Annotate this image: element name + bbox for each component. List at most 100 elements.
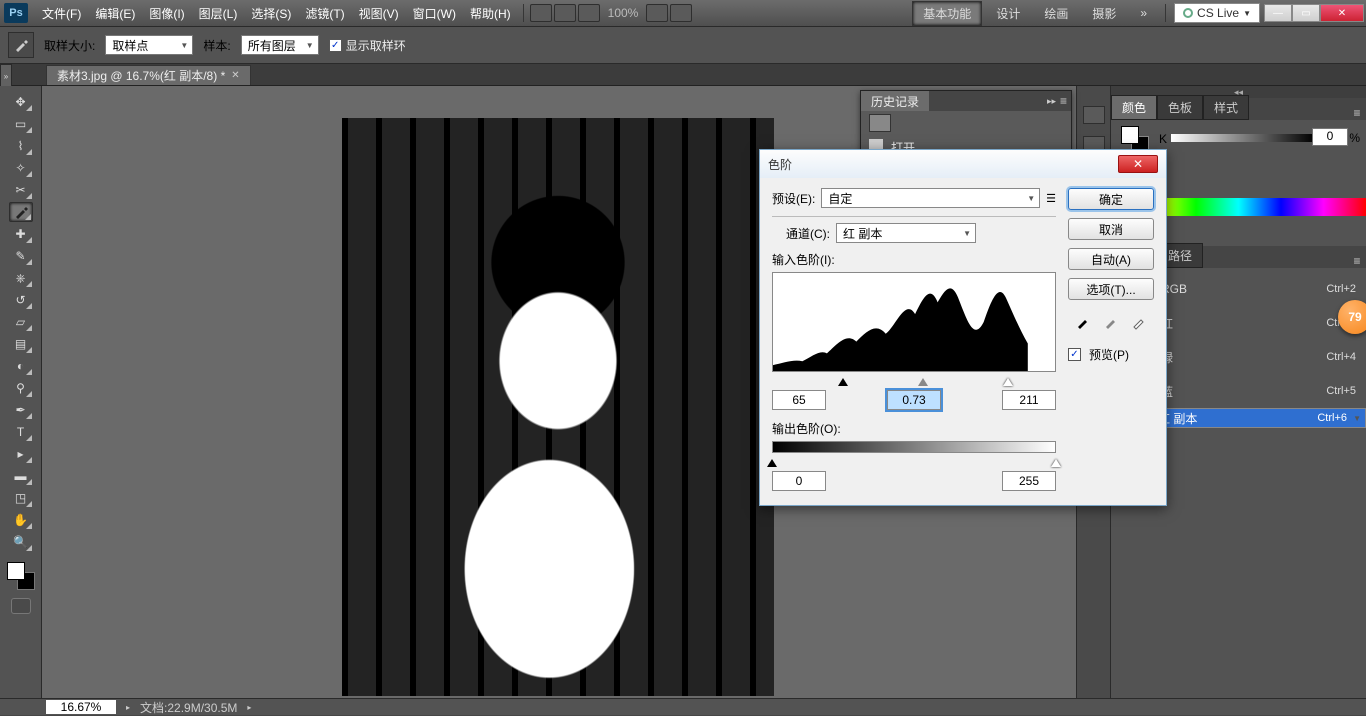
black-eyedropper[interactable] <box>1073 312 1093 332</box>
output-slider[interactable] <box>772 455 1056 467</box>
workspace-photography[interactable]: 摄影 <box>1082 2 1126 25</box>
magic-wand-tool[interactable]: ✧ <box>9 158 33 178</box>
bridge-icon[interactable] <box>530 4 552 22</box>
white-point-slider[interactable] <box>1003 373 1013 386</box>
workspace-more[interactable]: » <box>1130 3 1157 23</box>
output-black-field[interactable] <box>772 471 826 491</box>
path-select-tool[interactable]: ▸ <box>9 444 33 464</box>
panel-collapse-icon[interactable]: ▸▸ <box>1047 96 1056 107</box>
stamp-tool[interactable]: ⎈ <box>9 268 33 288</box>
show-ring-checkbox[interactable]: ✓显示取样环 <box>329 37 406 54</box>
menu-filter[interactable]: 滤镜(T) <box>299 1 350 26</box>
blur-tool[interactable]: ◐ <box>9 356 33 376</box>
input-slider[interactable] <box>772 374 1056 386</box>
output-gradient[interactable] <box>772 441 1056 453</box>
foreground-color[interactable] <box>7 562 25 580</box>
auto-button[interactable]: 自动(A) <box>1068 248 1154 270</box>
output-white-slider[interactable] <box>1051 454 1061 467</box>
menu-help[interactable]: 帮助(H) <box>464 1 517 26</box>
preset-select[interactable]: 自定 <box>821 188 1040 208</box>
color-panel-tabs: 颜色 色板 样式 ≡ <box>1111 98 1366 120</box>
crop-tool[interactable]: ✂ <box>9 180 33 200</box>
options-button[interactable]: 选项(T)... <box>1068 278 1154 300</box>
menu-file[interactable]: 文件(F) <box>36 1 87 26</box>
dodge-tool[interactable]: ⚲ <box>9 378 33 398</box>
quickmask-button[interactable] <box>11 598 31 614</box>
hand-tool[interactable]: ✋ <box>9 510 33 530</box>
sample-select[interactable]: 所有图层 <box>241 35 319 55</box>
healing-tool[interactable]: ✚ <box>9 224 33 244</box>
mini-fg[interactable] <box>1121 126 1139 144</box>
status-arrow-icon[interactable]: ▸ <box>247 703 251 712</box>
input-black-field[interactable] <box>772 390 826 410</box>
levels-dialog[interactable]: 色阶 ✕ 预设(E): 自定 ☰ 通道(C): 红 副本 输入色阶(I): <box>759 149 1167 506</box>
type-tool[interactable]: T <box>9 422 33 442</box>
zoom-level[interactable]: 100% <box>602 2 645 24</box>
white-eyedropper[interactable] <box>1129 312 1149 332</box>
close-tab-icon[interactable]: ✕ <box>231 70 239 81</box>
cslive-button[interactable]: CS Live▼ <box>1174 3 1260 23</box>
zoom-arrow-icon[interactable]: ▸ <box>126 703 130 712</box>
gamma-slider[interactable] <box>918 373 928 386</box>
workspace-essentials[interactable]: 基本功能 <box>912 1 982 26</box>
black-point-slider[interactable] <box>838 373 848 386</box>
close-button[interactable]: ✕ <box>1320 4 1364 22</box>
tab-color[interactable]: 颜色 <box>1111 95 1157 120</box>
minimize-button[interactable]: — <box>1264 4 1292 22</box>
sample-size-select[interactable]: 取样点 <box>105 35 193 55</box>
expand-toolbox-button[interactable]: » <box>0 64 12 88</box>
color-swatch[interactable] <box>7 562 35 590</box>
gradient-tool[interactable]: ▤ <box>9 334 33 354</box>
channel-select[interactable]: 红 副本 <box>836 223 976 243</box>
tab-swatches[interactable]: 色板 <box>1157 95 1203 120</box>
dialog-titlebar[interactable]: 色阶 ✕ <box>760 150 1166 178</box>
preview-checkbox[interactable]: ✓ 预览(P) <box>1068 346 1154 363</box>
tab-styles[interactable]: 样式 <box>1203 95 1249 120</box>
menu-window[interactable]: 窗口(W) <box>407 1 462 26</box>
move-tool[interactable]: ✥ <box>9 92 33 112</box>
k-slider[interactable] <box>1171 134 1314 142</box>
eraser-tool[interactable]: ▱ <box>9 312 33 332</box>
minibridge-icon[interactable] <box>554 4 576 22</box>
screenmode-icon[interactable] <box>670 4 692 22</box>
history-brush-tool[interactable]: ↺ <box>9 290 33 310</box>
notification-badge[interactable]: 79 <box>1338 300 1366 334</box>
workspace-painting[interactable]: 绘画 <box>1034 2 1078 25</box>
menu-layer[interactable]: 图层(L) <box>193 1 244 26</box>
collapsed-icon-1[interactable] <box>1083 106 1105 124</box>
preset-menu-icon[interactable]: ☰ <box>1046 192 1056 205</box>
zoom-field[interactable]: 16.67% <box>46 700 116 714</box>
3d-tool[interactable]: ◳ <box>9 488 33 508</box>
panel-menu-icon[interactable]: ≡ <box>1348 106 1366 120</box>
gray-eyedropper[interactable] <box>1101 312 1121 332</box>
history-snapshot[interactable] <box>861 111 1071 135</box>
shape-tool[interactable]: ▬ <box>9 466 33 486</box>
ok-button[interactable]: 确定 <box>1068 188 1154 210</box>
viewextras-icon[interactable] <box>578 4 600 22</box>
k-value-input[interactable]: 0 <box>1312 128 1348 146</box>
panel-menu-icon[interactable]: ≡ <box>1060 94 1067 108</box>
input-gamma-field[interactable] <box>887 390 941 410</box>
input-white-field[interactable] <box>1002 390 1056 410</box>
menu-select[interactable]: 选择(S) <box>245 1 297 26</box>
panel-menu-icon[interactable]: ≡ <box>1348 254 1366 268</box>
menu-image[interactable]: 图像(I) <box>143 1 190 26</box>
menu-view[interactable]: 视图(V) <box>353 1 405 26</box>
output-black-slider[interactable] <box>767 454 777 467</box>
restore-button[interactable]: ▭ <box>1292 4 1320 22</box>
workspace-design[interactable]: 设计 <box>986 2 1030 25</box>
eyedropper-tool[interactable] <box>9 202 33 222</box>
pen-tool[interactable]: ✒ <box>9 400 33 420</box>
dialog-close-button[interactable]: ✕ <box>1118 155 1158 173</box>
marquee-tool[interactable]: ▭ <box>9 114 33 134</box>
tool-preset-icon[interactable] <box>8 32 34 58</box>
lasso-tool[interactable]: ⌇ <box>9 136 33 156</box>
brush-tool[interactable]: ✎ <box>9 246 33 266</box>
cancel-button[interactable]: 取消 <box>1068 218 1154 240</box>
output-white-field[interactable] <box>1002 471 1056 491</box>
arrange-icon[interactable] <box>646 4 668 22</box>
document-tab[interactable]: 素材3.jpg @ 16.7%(红 副本/8) * ✕ <box>46 65 251 85</box>
tab-history[interactable]: 历史记录 <box>861 91 929 111</box>
menu-edit[interactable]: 编辑(E) <box>89 1 141 26</box>
zoom-tool[interactable]: 🔍 <box>9 532 33 552</box>
